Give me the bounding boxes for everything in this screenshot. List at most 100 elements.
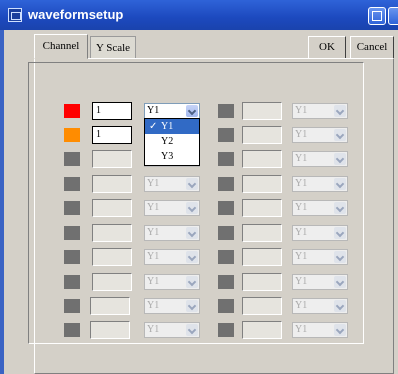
axis-select-value: Y1 xyxy=(295,178,308,189)
channel-color-swatch[interactable] xyxy=(218,275,234,289)
chevron-down-icon xyxy=(334,105,346,117)
channel-input[interactable] xyxy=(92,273,132,291)
channel-color-swatch[interactable] xyxy=(64,226,80,240)
maximize-button[interactable] xyxy=(388,7,398,25)
tab-y-scale[interactable]: Y Scale xyxy=(90,36,136,58)
channel-input[interactable]: 1 xyxy=(92,126,132,144)
axis-dropdown-list: ✓ Y1 Y2 Y3 xyxy=(144,118,200,166)
chevron-down-icon xyxy=(186,202,198,214)
channel-input[interactable] xyxy=(242,175,282,193)
title-bar[interactable]: waveformsetup xyxy=(0,0,398,30)
channel-input[interactable] xyxy=(242,321,282,339)
axis-select[interactable]: Y1 xyxy=(144,103,200,119)
channel-input[interactable] xyxy=(242,297,282,315)
chevron-down-icon xyxy=(334,129,346,141)
dropdown-option-y3[interactable]: Y3 xyxy=(145,149,199,164)
channel-input[interactable] xyxy=(92,150,132,168)
axis-select[interactable]: Y1 xyxy=(292,322,348,338)
ok-button[interactable]: OK xyxy=(308,36,346,59)
channel-input[interactable]: 1 xyxy=(92,102,132,120)
channel-input[interactable] xyxy=(92,224,132,242)
axis-select[interactable]: Y1 xyxy=(292,249,348,265)
tab-channel[interactable]: Channel xyxy=(34,34,88,59)
axis-select[interactable]: Y1 xyxy=(144,274,200,290)
axis-select[interactable]: Y1 xyxy=(292,225,348,241)
axis-select-value: Y1 xyxy=(147,202,160,213)
axis-select-value: Y1 xyxy=(295,227,308,238)
axis-select-value: Y1 xyxy=(147,251,160,262)
minimize-button[interactable] xyxy=(368,7,386,25)
chevron-down-icon xyxy=(186,276,198,288)
axis-select[interactable]: Y1 xyxy=(292,298,348,314)
channel-color-swatch[interactable] xyxy=(64,201,80,215)
axis-select[interactable]: Y1 xyxy=(292,200,348,216)
window-icon xyxy=(8,8,22,22)
channel-color-swatch[interactable] xyxy=(218,128,234,142)
axis-select[interactable]: Y1 xyxy=(144,225,200,241)
axis-select[interactable]: Y1 xyxy=(144,200,200,216)
axis-select-value: Y1 xyxy=(147,324,160,335)
axis-select-value: Y1 xyxy=(295,300,308,311)
channel-color-swatch[interactable] xyxy=(218,201,234,215)
axis-select[interactable]: Y1 xyxy=(292,151,348,167)
axis-select[interactable]: Y1 xyxy=(292,103,348,119)
channel-color-swatch[interactable] xyxy=(218,299,234,313)
axis-select[interactable]: Y1 xyxy=(292,127,348,143)
channel-input[interactable] xyxy=(242,248,282,266)
channel-color-swatch[interactable] xyxy=(218,323,234,337)
chevron-down-icon xyxy=(334,178,346,190)
channel-input[interactable] xyxy=(242,126,282,144)
channel-input[interactable] xyxy=(92,199,132,217)
axis-select-value: Y1 xyxy=(295,153,308,164)
channel-input[interactable] xyxy=(90,297,130,315)
channel-input[interactable] xyxy=(90,321,130,339)
channel-color-swatch[interactable] xyxy=(218,152,234,166)
axis-select-value: Y1 xyxy=(295,276,308,287)
channel-input[interactable] xyxy=(92,175,132,193)
cancel-button[interactable]: Cancel xyxy=(350,36,394,59)
channel-input[interactable] xyxy=(242,273,282,291)
axis-select-value: Y1 xyxy=(295,251,308,262)
channel-input[interactable] xyxy=(92,248,132,266)
channel-input[interactable] xyxy=(242,102,282,120)
axis-select[interactable]: Y1 xyxy=(144,176,200,192)
channel-color-swatch[interactable] xyxy=(64,128,80,142)
channel-color-swatch[interactable] xyxy=(218,250,234,264)
axis-select-value: Y1 xyxy=(147,227,160,238)
check-icon: ✓ xyxy=(149,121,158,132)
axis-select-value: Y1 xyxy=(295,105,308,116)
dropdown-option-y1[interactable]: ✓ Y1 xyxy=(145,119,199,134)
axis-select[interactable]: Y1 xyxy=(144,298,200,314)
chevron-down-icon xyxy=(186,300,198,312)
waveformsetup-window: waveformsetup Channel Y Scale OK Cancel … xyxy=(0,0,398,374)
chevron-down-icon xyxy=(334,251,346,263)
channel-color-swatch[interactable] xyxy=(64,250,80,264)
chevron-down-icon xyxy=(334,202,346,214)
channel-input[interactable] xyxy=(242,150,282,168)
chevron-down-icon xyxy=(334,300,346,312)
channel-input[interactable] xyxy=(242,224,282,242)
channel-color-swatch[interactable] xyxy=(64,323,80,337)
axis-select[interactable]: Y1 xyxy=(292,274,348,290)
dropdown-option-label: Y1 xyxy=(161,121,174,132)
chevron-down-icon xyxy=(186,324,198,336)
channel-color-swatch[interactable] xyxy=(218,226,234,240)
axis-select[interactable]: Y1 xyxy=(292,176,348,192)
channel-color-swatch[interactable] xyxy=(64,177,80,191)
chevron-down-icon xyxy=(334,153,346,165)
axis-select-value: Y1 xyxy=(147,300,160,311)
chevron-down-icon xyxy=(334,276,346,288)
channel-color-swatch[interactable] xyxy=(64,152,80,166)
axis-select[interactable]: Y1 xyxy=(144,249,200,265)
channel-color-swatch[interactable] xyxy=(64,275,80,289)
dropdown-option-label: Y3 xyxy=(161,151,174,162)
channel-color-swatch[interactable] xyxy=(64,299,80,313)
channel-input[interactable] xyxy=(242,199,282,217)
channel-color-swatch[interactable] xyxy=(218,104,234,118)
axis-select[interactable]: Y1 xyxy=(144,322,200,338)
channel-color-swatch[interactable] xyxy=(218,177,234,191)
channel-color-swatch[interactable] xyxy=(64,104,80,118)
chevron-down-icon xyxy=(186,105,198,117)
dropdown-option-y2[interactable]: Y2 xyxy=(145,134,199,149)
chevron-down-icon xyxy=(186,251,198,263)
